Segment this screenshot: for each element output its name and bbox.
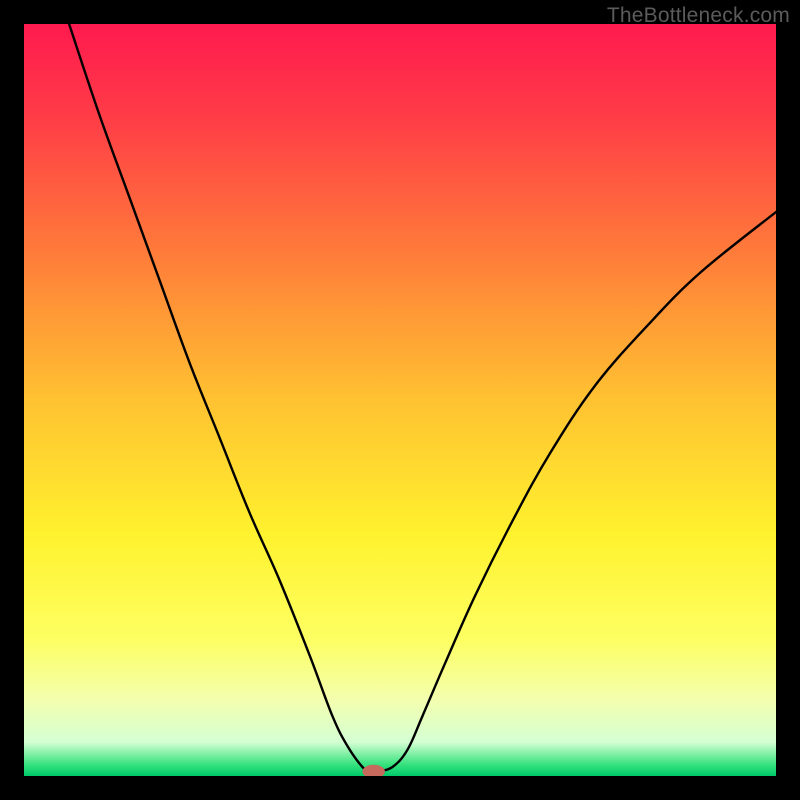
chart-frame: TheBottleneck.com [0,0,800,800]
bottleneck-chart [24,24,776,776]
gradient-background [24,24,776,776]
plot-area [24,24,776,776]
